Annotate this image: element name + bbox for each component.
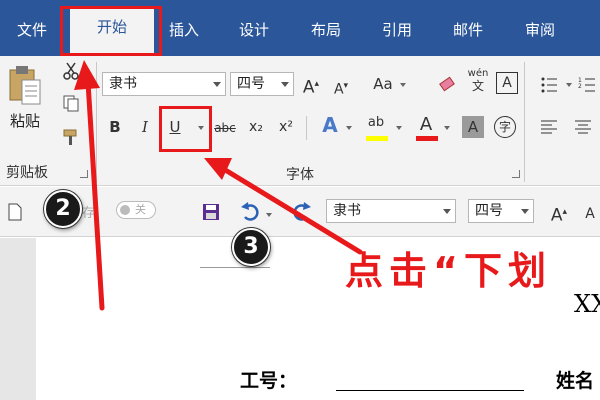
enclose-char-button[interactable]: 字 (494, 116, 516, 138)
undo-icon[interactable] (240, 201, 262, 223)
new-document-icon[interactable] (6, 203, 24, 221)
instruction-callout: 点击“下划 (345, 249, 552, 293)
autosave-toggle-state: 关 (135, 203, 146, 216)
name-label: 姓名 (556, 370, 595, 392)
tab-2[interactable]: 插入 (162, 18, 206, 42)
paste-button-label[interactable]: 粘贴 (10, 110, 40, 131)
save-icon[interactable] (202, 203, 220, 221)
change-case-dropdown[interactable] (400, 83, 406, 87)
superscript-button[interactable]: x² (274, 116, 298, 138)
font-size-combo[interactable]: 四号 (230, 72, 294, 96)
tab-7[interactable]: 审阅 (518, 18, 562, 42)
align-center-icon[interactable] (574, 118, 592, 136)
grow-font-button[interactable]: A▴ (300, 73, 322, 99)
group-divider (524, 62, 525, 182)
qat-grow-font-button[interactable]: A▴ (548, 201, 570, 227)
tab-0[interactable]: 文件 (12, 18, 52, 42)
group-divider (96, 62, 97, 182)
job-number-underline (336, 390, 524, 391)
quick-access-toolbar: 存 关 隶书 四号 A▴ A (0, 187, 600, 237)
home-tab-highlight (60, 6, 162, 56)
format-painter-icon[interactable] (62, 128, 80, 146)
step-badge-3: 3 (232, 228, 270, 266)
paste-icon[interactable] (8, 64, 42, 106)
underline-highlight (159, 106, 212, 152)
char-shading-button[interactable]: A (462, 116, 484, 138)
bullets-icon[interactable] (540, 76, 558, 94)
qat-font-size-value: 四号 (475, 203, 503, 219)
shrink-font-button[interactable]: A▾ (330, 75, 352, 101)
tab-6[interactable]: 邮件 (446, 18, 490, 42)
tab-3[interactable]: 设计 (232, 18, 276, 42)
numbering-icon[interactable]: 12 (578, 76, 596, 94)
text-effects-dropdown[interactable] (346, 126, 352, 130)
page-header-line (200, 267, 270, 268)
font-group-label: 字体 (286, 167, 314, 183)
bold-button[interactable]: B (106, 116, 124, 138)
phonetic-guide-button[interactable]: wén 文 (464, 68, 492, 94)
undo-dropdown[interactable] (266, 213, 272, 217)
clear-format-icon[interactable] (438, 76, 456, 94)
tab-4[interactable]: 布局 (304, 18, 348, 42)
job-number-label: 工号： (240, 370, 298, 392)
clipboard-group-label: 剪贴板 (6, 165, 48, 181)
redo-icon[interactable] (290, 201, 312, 223)
group-divider (306, 116, 307, 140)
autosave-toggle[interactable]: 关 (116, 201, 156, 219)
font-name-combo[interactable]: 隶书 (102, 72, 226, 96)
document-header-text: XX (574, 290, 600, 318)
clipboard-dialog-launcher[interactable] (80, 170, 88, 178)
autosave-label: 存 (82, 206, 96, 221)
highlight-button[interactable]: ab (364, 114, 388, 132)
tab-5[interactable]: 引用 (375, 18, 419, 42)
italic-button[interactable]: I (136, 116, 154, 138)
highlight-color-bar (366, 136, 388, 141)
font-size-value: 四号 (237, 76, 265, 92)
svg-text:2: 2 (578, 83, 582, 90)
strikethrough-button[interactable]: abc (210, 117, 240, 139)
change-case-button[interactable]: Aa (366, 73, 400, 95)
qat-font-size-combo[interactable]: 四号 (468, 199, 534, 223)
step-badge-2: 2 (44, 190, 82, 228)
char-border-button[interactable]: A (496, 72, 518, 94)
font-dialog-launcher[interactable] (512, 170, 520, 178)
align-left-icon[interactable] (540, 118, 558, 136)
cut-icon[interactable] (62, 62, 80, 80)
text-effects-button[interactable]: A (318, 114, 342, 136)
bullets-dropdown[interactable] (566, 83, 572, 87)
qat-shrink-font-button[interactable]: A (580, 203, 600, 225)
subscript-button[interactable]: x₂ (244, 116, 268, 138)
qat-font-name-value: 隶书 (333, 203, 361, 219)
font-color-dropdown[interactable] (444, 126, 450, 130)
highlight-dropdown[interactable] (396, 126, 402, 130)
font-color-button[interactable]: A (414, 114, 438, 136)
copy-icon[interactable] (62, 94, 80, 112)
phonetic-guide-pinyin: wén (467, 68, 489, 79)
font-color-bar (416, 136, 438, 141)
ribbon-home: 粘贴 剪贴板 隶书 四号 A▴ A▾ Aa wén 文 A 12 B I U a… (0, 56, 600, 186)
qat-font-name-combo[interactable]: 隶书 (326, 199, 456, 223)
font-name-value: 隶书 (109, 76, 137, 92)
